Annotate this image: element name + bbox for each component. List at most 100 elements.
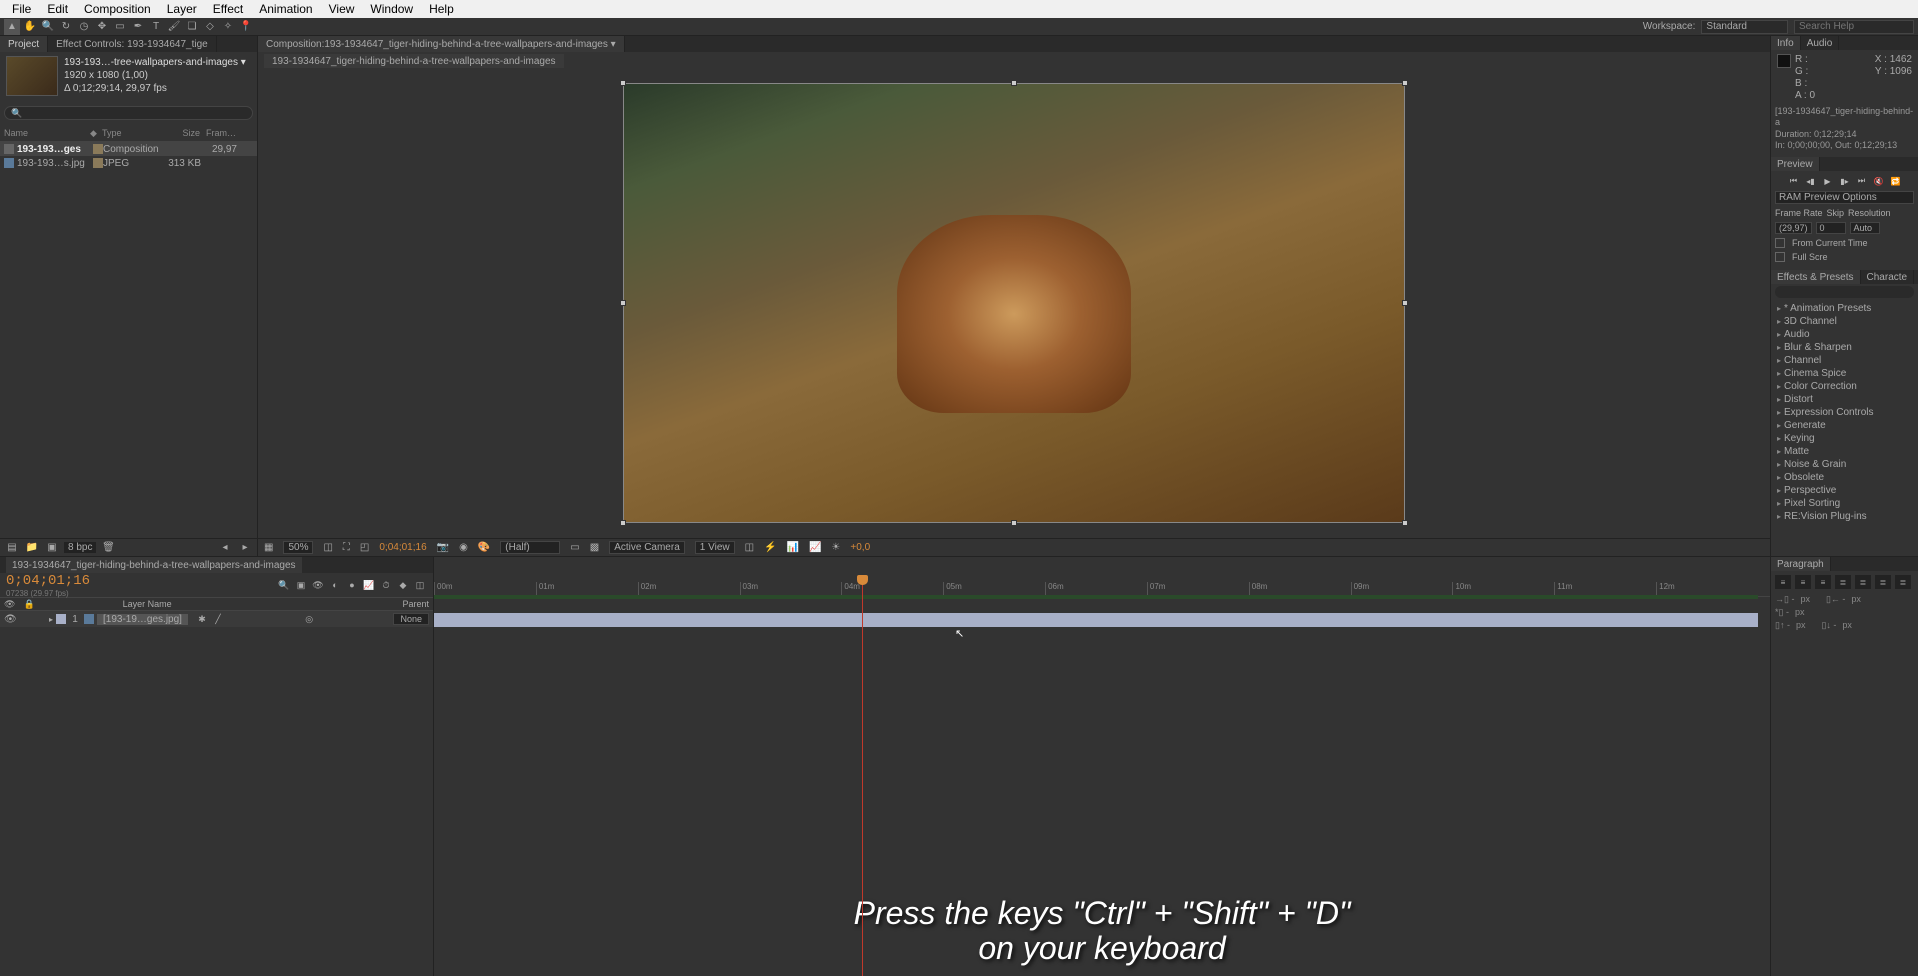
indent-right[interactable]: px: [1851, 594, 1861, 605]
channel-icon[interactable]: ◉: [459, 542, 468, 553]
tab-character[interactable]: Characte: [1861, 270, 1915, 284]
zoom-select[interactable]: 50%: [283, 541, 313, 554]
project-item-jpeg[interactable]: 193-193…s.jpg JPEG 313 KB: [0, 156, 257, 170]
new-folder-icon[interactable]: 📁: [24, 540, 40, 556]
shy-icon[interactable]: 👁: [311, 578, 325, 592]
canvas-preview[interactable]: [623, 83, 1405, 523]
space-after[interactable]: px: [1842, 620, 1852, 631]
prev-frame-icon[interactable]: ◂▮: [1805, 175, 1817, 187]
menu-layer[interactable]: Layer: [159, 2, 205, 16]
from-current-checkbox[interactable]: [1775, 238, 1785, 248]
transparency-icon[interactable]: ▩: [590, 542, 599, 553]
current-timecode[interactable]: 0;04;01;16: [6, 573, 90, 589]
menu-effect[interactable]: Effect: [205, 2, 251, 16]
puppet-tool-icon[interactable]: 📍: [238, 19, 254, 35]
composition-viewer[interactable]: [258, 68, 1770, 538]
resolution-select[interactable]: (Half): [500, 541, 560, 554]
view-layout-select[interactable]: 1 View: [695, 541, 735, 554]
effect-category[interactable]: RE:Vision Plug-ins: [1771, 510, 1918, 523]
roto-tool-icon[interactable]: ✧: [220, 19, 236, 35]
frame-blend-icon[interactable]: ◐: [328, 578, 342, 592]
composition-tab[interactable]: Composition: 193-1934647_tiger-hiding-be…: [258, 36, 625, 52]
composition-subtab[interactable]: 193-1934647_tiger-hiding-behind-a-tree-w…: [264, 54, 564, 68]
effect-category[interactable]: 3D Channel: [1771, 315, 1918, 328]
selected-comp-name[interactable]: 193-193…-tree-wallpapers-and-images ▾: [64, 56, 246, 69]
rectangle-tool-icon[interactable]: ▭: [112, 19, 128, 35]
parent-select[interactable]: None: [393, 613, 429, 625]
justify-right-icon[interactable]: ≣: [1875, 575, 1891, 589]
last-frame-icon[interactable]: ⏭: [1856, 175, 1868, 187]
res-icon[interactable]: ◫: [323, 542, 332, 553]
next-frame-icon[interactable]: ▮▸: [1839, 175, 1851, 187]
layer-switches[interactable]: ✱ ╱: [195, 612, 225, 626]
mute-icon[interactable]: 🔇: [1873, 175, 1885, 187]
reset-exposure-icon[interactable]: ☀: [831, 542, 840, 553]
menu-window[interactable]: Window: [362, 2, 421, 16]
timeline-tab[interactable]: 193-1934647_tiger-hiding-behind-a-tree-w…: [6, 557, 302, 573]
layer-label-swatch[interactable]: [56, 614, 66, 624]
skip-field[interactable]: 0: [1816, 222, 1846, 234]
effect-category[interactable]: Expression Controls: [1771, 406, 1918, 419]
effect-category[interactable]: Obsolete: [1771, 471, 1918, 484]
effect-category[interactable]: Generate: [1771, 419, 1918, 432]
search-help-input[interactable]: [1794, 20, 1914, 34]
ram-preview-options[interactable]: RAM Preview Options: [1775, 191, 1914, 204]
fast-preview-icon[interactable]: ⚡: [764, 542, 776, 553]
transform-handle[interactable]: [1402, 80, 1408, 86]
align-left-icon[interactable]: ≡: [1775, 575, 1791, 589]
align-center-icon[interactable]: ≡: [1795, 575, 1811, 589]
playhead[interactable]: [862, 583, 863, 976]
clone-tool-icon[interactable]: ❏: [184, 19, 200, 35]
col-framerate[interactable]: Fram…: [200, 128, 236, 139]
shy-switch-icon[interactable]: ✱: [195, 612, 209, 626]
interpret-footage-icon[interactable]: ▤: [4, 540, 20, 556]
roi-icon[interactable]: ▭: [570, 542, 579, 553]
parent-header[interactable]: Parent: [402, 599, 429, 609]
project-item-comp[interactable]: 193-193…ges Composition 29,97: [0, 142, 257, 156]
delete-icon[interactable]: 🗑: [100, 540, 116, 556]
layer-duration-bar[interactable]: [434, 613, 1758, 627]
project-search-input[interactable]: 🔍: [4, 106, 253, 120]
auto-keyframe-icon[interactable]: ◆: [396, 578, 410, 592]
menu-composition[interactable]: Composition: [76, 2, 159, 16]
effect-category[interactable]: Keying: [1771, 432, 1918, 445]
full-screen-checkbox[interactable]: [1775, 252, 1785, 262]
scroll-left-icon[interactable]: ◂: [217, 540, 233, 556]
visibility-toggle-icon[interactable]: 👁: [4, 614, 16, 625]
timeline-icon[interactable]: 📊: [787, 542, 799, 553]
space-before[interactable]: px: [1796, 620, 1806, 631]
tab-info[interactable]: Info: [1771, 36, 1801, 50]
effect-category[interactable]: * Animation Presets: [1771, 302, 1918, 315]
lock-icon[interactable]: 🔒: [23, 599, 34, 610]
exposure-value[interactable]: +0,0: [850, 542, 870, 553]
resolution-field[interactable]: Auto: [1850, 222, 1880, 234]
effect-category[interactable]: Perspective: [1771, 484, 1918, 497]
transform-handle[interactable]: [620, 80, 626, 86]
current-time-display[interactable]: 0;04;01;16: [379, 542, 426, 553]
pixel-aspect-icon[interactable]: ◫: [745, 542, 754, 553]
comp-mini-icon[interactable]: ▣: [294, 578, 308, 592]
hand-tool-icon[interactable]: ✋: [22, 19, 38, 35]
type-tool-icon[interactable]: T: [148, 19, 164, 35]
grid-icon[interactable]: ▦: [264, 542, 273, 553]
pickwhip-icon[interactable]: ◎: [305, 614, 313, 625]
tab-effect-controls[interactable]: Effect Controls: 193-1934647_tige: [48, 36, 217, 52]
bit-depth[interactable]: 8 bpc: [64, 542, 96, 553]
col-size[interactable]: Size: [158, 128, 200, 139]
draft-3d-icon[interactable]: ◫: [413, 578, 427, 592]
effect-category[interactable]: Blur & Sharpen: [1771, 341, 1918, 354]
tab-project[interactable]: Project: [0, 36, 48, 52]
brush-tool-icon[interactable]: 🖌: [166, 19, 182, 35]
effect-category[interactable]: Noise & Grain: [1771, 458, 1918, 471]
pan-behind-tool-icon[interactable]: ✥: [94, 19, 110, 35]
col-label-icon[interactable]: ◆: [90, 128, 102, 139]
menu-file[interactable]: File: [4, 2, 39, 16]
effect-category[interactable]: Pixel Sorting: [1771, 497, 1918, 510]
justify-left-icon[interactable]: ≣: [1835, 575, 1851, 589]
brainstorm-icon[interactable]: ⏱: [379, 578, 393, 592]
camera-select[interactable]: Active Camera: [609, 541, 685, 554]
transform-handle[interactable]: [1011, 520, 1017, 526]
effect-category[interactable]: Color Correction: [1771, 380, 1918, 393]
graph-editor-icon[interactable]: 📈: [362, 578, 376, 592]
zoom-tool-icon[interactable]: 🔍: [40, 19, 56, 35]
